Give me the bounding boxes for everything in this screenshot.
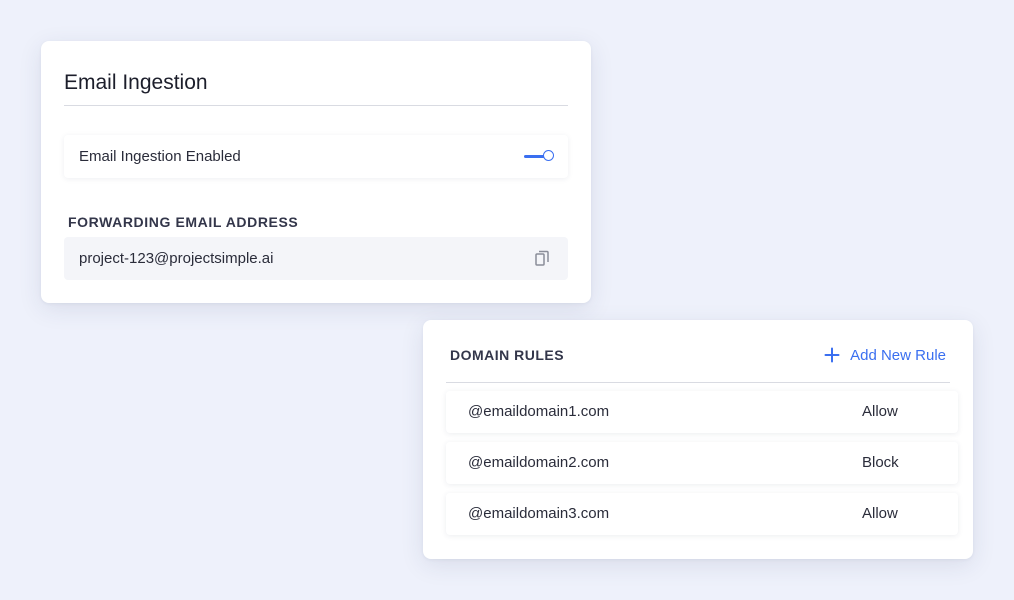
rule-domain: @emaildomain2.com: [468, 454, 610, 471]
rule-action: Block: [862, 454, 899, 471]
domain-rules-heading: DOMAIN RULES: [450, 347, 565, 363]
rule-domain: @emaildomain1.com: [468, 403, 610, 420]
rule-action: Allow: [862, 505, 898, 522]
add-new-rule-label: Add New Rule: [850, 346, 946, 364]
email-ingestion-card: Email Ingestion Email Ingestion Enabled …: [41, 41, 591, 303]
toggle-label: Email Ingestion Enabled: [79, 148, 241, 165]
forwarding-email-label: FORWARDING EMAIL ADDRESS: [68, 214, 299, 230]
domain-rules-card: DOMAIN RULES Add New Rule @emaildomain1.…: [423, 320, 973, 559]
rule-action: Allow: [862, 403, 898, 420]
plus-icon: [824, 347, 840, 363]
rule-domain: @emaildomain3.com: [468, 505, 610, 522]
card-title: Email Ingestion: [64, 71, 208, 94]
title-divider: [64, 105, 568, 106]
rule-row[interactable]: @emaildomain2.com Block: [446, 442, 958, 484]
rules-divider: [446, 382, 950, 383]
forwarding-email-value: project-123@projectsimple.ai: [79, 250, 274, 267]
add-new-rule-button[interactable]: Add New Rule: [824, 345, 946, 365]
toggle-knob: [543, 150, 554, 161]
rule-row[interactable]: @emaildomain3.com Allow: [446, 493, 958, 535]
ingestion-enabled-toggle[interactable]: [524, 150, 554, 162]
ingestion-toggle-row: Email Ingestion Enabled: [64, 135, 568, 178]
forwarding-email-field: project-123@projectsimple.ai: [64, 237, 568, 280]
copy-icon[interactable]: [533, 249, 551, 267]
rule-row[interactable]: @emaildomain1.com Allow: [446, 391, 958, 433]
